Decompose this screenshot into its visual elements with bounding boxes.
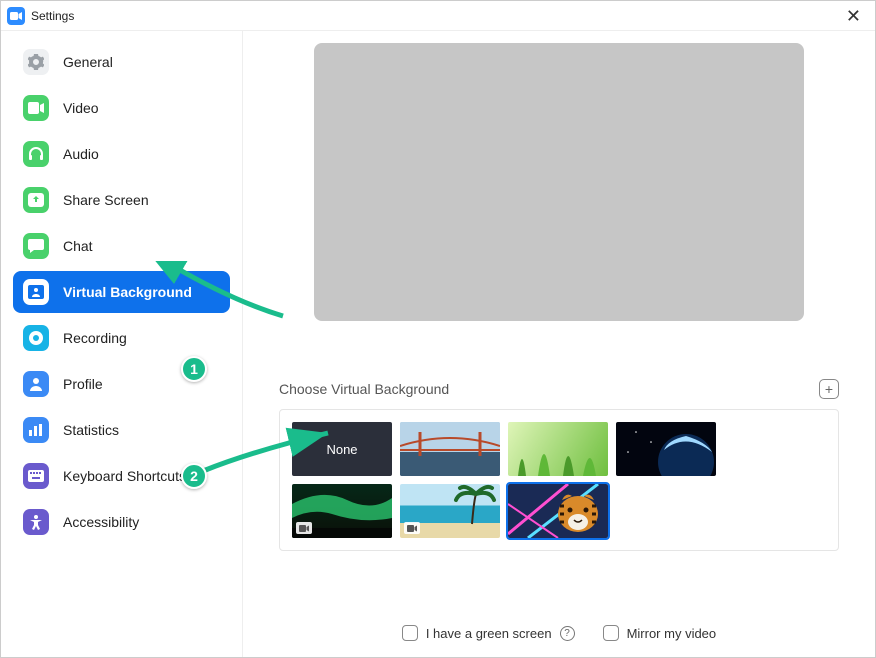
video-badge-icon: [404, 522, 420, 534]
sidebar-item-label: General: [63, 54, 113, 70]
keyboard-icon: [23, 463, 49, 489]
profile-icon: [23, 371, 49, 397]
virtual-background-icon: [23, 279, 49, 305]
share-screen-icon: [23, 187, 49, 213]
video-icon: [23, 95, 49, 121]
accessibility-icon: [23, 509, 49, 535]
sidebar-item-video[interactable]: Video: [13, 87, 230, 129]
annotation-badge-2: 2: [181, 463, 207, 489]
video-badge-icon: [296, 522, 312, 534]
sidebar-item-statistics[interactable]: Statistics: [13, 409, 230, 451]
sidebar-item-label: Accessibility: [63, 514, 139, 530]
headphones-icon: [23, 141, 49, 167]
recording-icon: [23, 325, 49, 351]
annotation-badge-1: 1: [181, 356, 207, 382]
app-icon: [7, 7, 25, 25]
sidebar: General Video Audio Share Screen Chat: [1, 31, 243, 657]
chat-icon: [23, 233, 49, 259]
gear-icon: [23, 49, 49, 75]
sidebar-item-chat[interactable]: Chat: [13, 225, 230, 267]
sidebar-item-share-screen[interactable]: Share Screen: [13, 179, 230, 221]
footer-options: I have a green screen ? Mirror my video: [243, 625, 875, 641]
green-screen-label: I have a green screen: [426, 626, 552, 641]
mirror-video-checkbox[interactable]: [603, 625, 619, 641]
sidebar-item-label: Share Screen: [63, 192, 149, 208]
background-thumb-bridge[interactable]: [400, 422, 500, 476]
sidebar-item-label: Recording: [63, 330, 127, 346]
sidebar-item-label: Profile: [63, 376, 103, 392]
content-area: Choose Virtual Background + None: [243, 31, 875, 657]
background-thumb-aurora[interactable]: [292, 484, 392, 538]
sidebar-item-label: Statistics: [63, 422, 119, 438]
background-thumb-none[interactable]: None: [292, 422, 392, 476]
background-thumb-grass[interactable]: [508, 422, 608, 476]
green-screen-checkbox[interactable]: [402, 625, 418, 641]
statistics-icon: [23, 417, 49, 443]
sidebar-item-recording[interactable]: Recording: [13, 317, 230, 359]
thumb-none-label: None: [326, 442, 357, 457]
window-title: Settings: [31, 9, 74, 23]
sidebar-item-label: Audio: [63, 146, 99, 162]
titlebar: Settings ✕: [1, 1, 875, 31]
backgrounds-panel: None: [279, 409, 839, 551]
close-icon[interactable]: ✕: [842, 5, 865, 27]
background-thumb-tiger[interactable]: [508, 484, 608, 538]
background-thumb-earth[interactable]: [616, 422, 716, 476]
sidebar-item-label: Virtual Background: [63, 284, 192, 300]
info-icon[interactable]: ?: [560, 626, 575, 641]
mirror-video-label: Mirror my video: [627, 626, 717, 641]
sidebar-item-label: Video: [63, 100, 99, 116]
video-preview: [314, 43, 804, 321]
sidebar-item-accessibility[interactable]: Accessibility: [13, 501, 230, 543]
sidebar-item-general[interactable]: General: [13, 41, 230, 83]
sidebar-item-virtual-background[interactable]: Virtual Background: [13, 271, 230, 313]
choose-background-label: Choose Virtual Background: [279, 381, 449, 397]
background-thumb-beach[interactable]: [400, 484, 500, 538]
sidebar-item-label: Chat: [63, 238, 93, 254]
add-background-button[interactable]: +: [819, 379, 839, 399]
sidebar-item-audio[interactable]: Audio: [13, 133, 230, 175]
sidebar-item-label: Keyboard Shortcuts: [63, 468, 186, 484]
